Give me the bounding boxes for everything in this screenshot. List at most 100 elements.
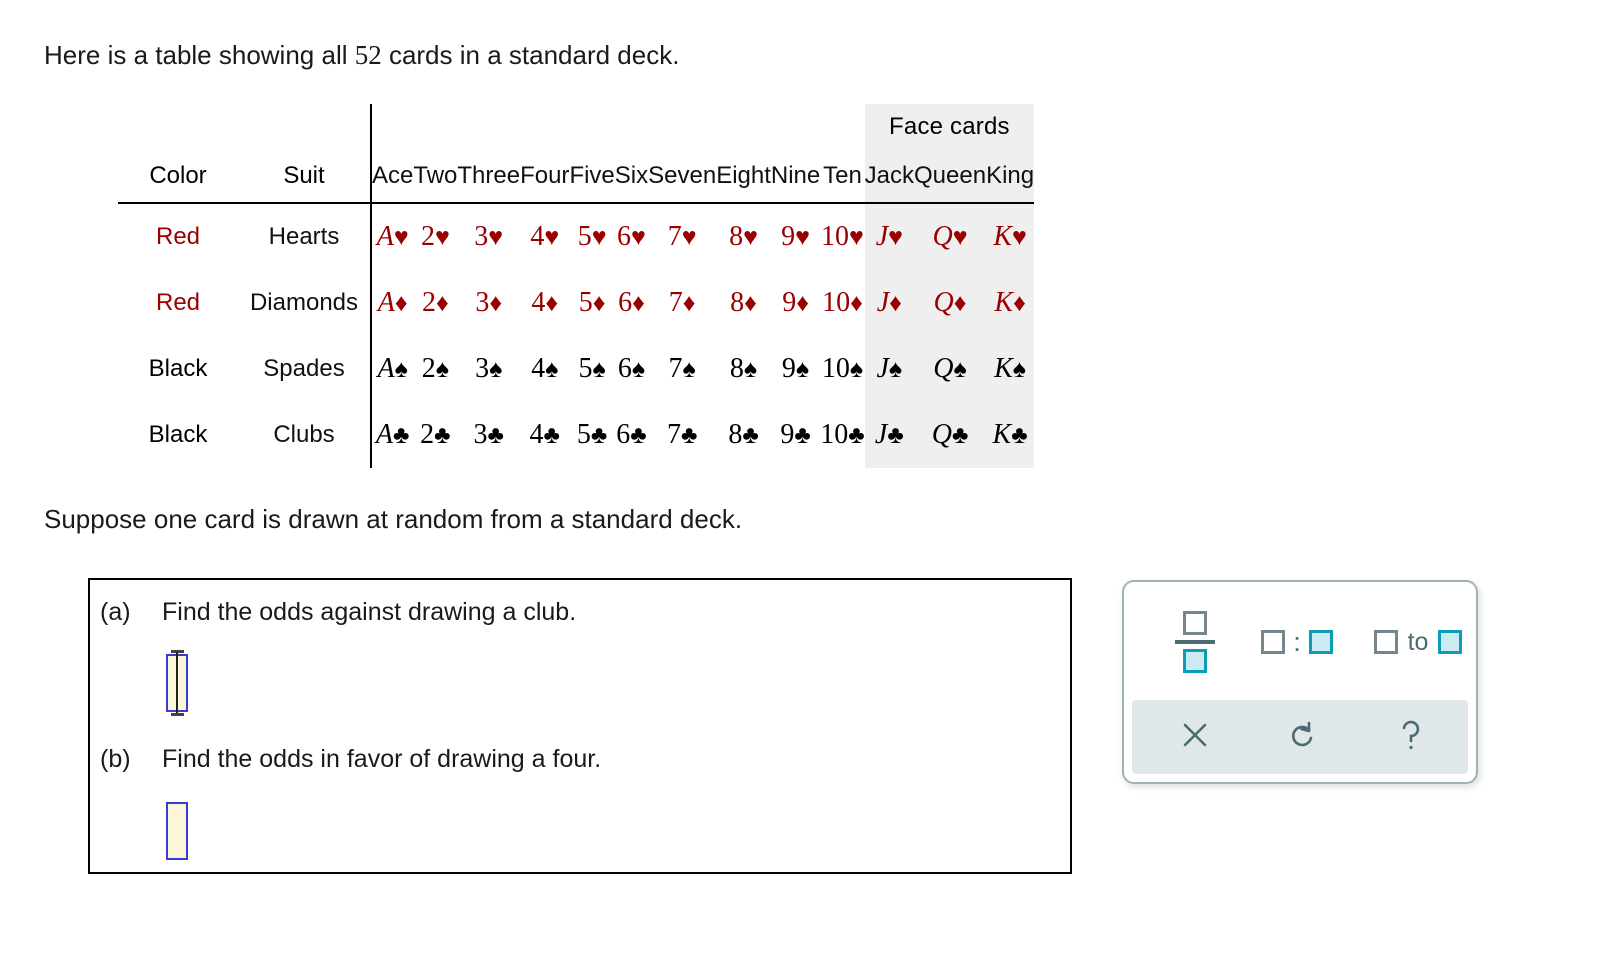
header-color: Color [118, 150, 238, 204]
math-keypad: : to [1122, 580, 1478, 784]
card-cell: 6♣ [616, 419, 647, 450]
ratio-left-box [1261, 630, 1286, 654]
undo-button[interactable] [1268, 700, 1338, 770]
card-cell: 10♣ [820, 419, 865, 450]
header-rank-nine: Nine [770, 150, 821, 204]
question-b-label: (b) [100, 745, 131, 773]
card-cell: 9♠ [781, 353, 810, 384]
card-cell: 10♥ [821, 221, 864, 252]
row-color-hearts: Red [155, 223, 201, 250]
banner-spacer-suit [238, 104, 371, 150]
card-cell: K♠ [986, 336, 1035, 402]
card-cell: A♣ [369, 402, 414, 468]
header-rank-four: Four [520, 150, 570, 204]
card-cell: 8♠ [729, 353, 758, 384]
row-color-clubs: Black [148, 421, 208, 448]
header-rank-eight: Eight [716, 150, 771, 204]
card-cell: 5♠ [578, 353, 606, 384]
card-cell: 6♥ [617, 221, 646, 252]
card-cell: 4♣ [529, 419, 560, 450]
header-rank-seven: Seven [648, 150, 717, 204]
ratio-to-separator: to [1407, 627, 1429, 656]
face-cards-banner-row: Face cards [118, 104, 1035, 150]
row-suit-spades: Spades [263, 355, 345, 382]
close-icon [1183, 723, 1207, 747]
intro-after: cards in a standard deck. [381, 40, 680, 70]
header-rank-king: King [986, 150, 1035, 204]
card-cell: 3♠ [475, 353, 503, 384]
card-cell: 7♣ [666, 419, 698, 450]
header-rank-two: Two [413, 150, 458, 204]
banner-spacer-ranks [370, 104, 865, 150]
header-rank-five: Five [569, 150, 615, 204]
card-cell: Q♠ [914, 336, 987, 402]
ratio-colon-icon: : [1261, 627, 1333, 657]
card-cell: J♣ [864, 402, 915, 468]
card-cell: 8♥ [729, 221, 758, 252]
answer-input-b[interactable] [166, 802, 188, 860]
card-cell: 6♠ [617, 353, 646, 384]
question-b-text: Find the odds in favor of drawing a four… [162, 745, 602, 773]
banner-spacer-color [118, 104, 238, 150]
row-color-spades: Black [148, 355, 208, 382]
row-suit-hearts: Hearts [268, 223, 340, 250]
fraction-denominator-box [1183, 649, 1207, 673]
header-rank-ten: Ten [820, 150, 865, 204]
card-cell: 7♠ [668, 353, 696, 384]
card-cell: J♠ [864, 336, 915, 402]
table-row: Red Diamonds A♦ 2♦ 3♦ 4♦ 5♦ 6♦ 7♦ 8♦ 9♦ … [118, 270, 1035, 336]
intro-before: Here is a table showing all [44, 40, 355, 70]
card-cell: 4♥ [530, 221, 560, 252]
ratio-colon-template-button[interactable]: : [1254, 622, 1340, 662]
ratio-colon-separator: : [1293, 627, 1301, 657]
card-cell: 3♥ [474, 221, 504, 252]
card-cell: A♦ [369, 270, 414, 336]
clear-button[interactable] [1160, 700, 1230, 770]
row-suit-clubs: Clubs [273, 421, 335, 448]
card-cell: 3♦ [475, 287, 503, 318]
keypad-template-row: : to [1124, 582, 1476, 700]
intro-card-count: 52 [354, 40, 382, 70]
card-cell: 5♣ [576, 419, 608, 450]
fraction-template-button[interactable] [1164, 600, 1226, 684]
ratio-to-right-box [1438, 630, 1463, 654]
table-row: Black Clubs A♣ 2♣ 3♣ 4♣ 5♣ 6♣ 7♣ 8♣ 9♣ 1… [118, 402, 1035, 468]
question-panel: (a) Find the odds against drawing a club… [88, 578, 1072, 874]
table-row: Red Hearts A♥ 2♥ 3♥ 4♥ 5♥ 6♥ 7♥ 8♥ 9♥ 10… [118, 203, 1035, 270]
card-cell: 7♥ [667, 221, 697, 252]
header-suit: Suit [238, 150, 371, 204]
intro-text: Here is a table showing all 52 cards in … [44, 38, 679, 72]
header-rank-jack: Jack [864, 150, 915, 204]
deck-table: Face cards Color Suit Ace Two Three Four… [118, 104, 1035, 468]
card-cell: 10♦ [822, 287, 863, 318]
card-cell: 2♥ [420, 221, 450, 252]
fraction-numerator-box [1183, 611, 1207, 635]
card-cell: 9♦ [782, 287, 809, 318]
header-rank-ace: Ace [369, 150, 414, 204]
card-cell: Q♦ [914, 270, 987, 336]
card-cell: A♠ [369, 336, 414, 402]
ratio-to-template-button[interactable]: to [1362, 622, 1474, 662]
table-row: Black Spades A♠ 2♠ 3♠ 4♠ 5♠ 6♠ 7♠ 8♠ 9♠ … [118, 336, 1035, 402]
card-cell: 10♠ [821, 353, 864, 384]
card-cell: 2♦ [421, 287, 449, 318]
text-caret-a [176, 652, 178, 714]
card-cell: 2♠ [421, 353, 449, 384]
question-mark-icon [1402, 720, 1420, 750]
header-rank-queen: Queen [914, 150, 987, 204]
card-cell: 6♦ [618, 287, 645, 318]
row-suit-diamonds: Diamonds [249, 289, 359, 316]
card-cell: 3♣ [473, 419, 504, 450]
card-cell: 5♥ [577, 221, 607, 252]
card-cell: Q♣ [914, 402, 987, 468]
caret-bottom-serif-a [171, 713, 184, 716]
deck-header-row: Color Suit Ace Two Three Four Five Six S… [118, 150, 1035, 204]
card-cell: K♣ [986, 402, 1035, 468]
ratio-to-icon: to [1373, 627, 1463, 657]
fraction-bar [1175, 640, 1215, 644]
card-cell: J♦ [864, 270, 915, 336]
card-cell: 4♠ [531, 353, 559, 384]
row-color-diamonds: Red [155, 289, 201, 316]
help-button[interactable] [1376, 700, 1446, 770]
ratio-right-box [1308, 630, 1333, 654]
